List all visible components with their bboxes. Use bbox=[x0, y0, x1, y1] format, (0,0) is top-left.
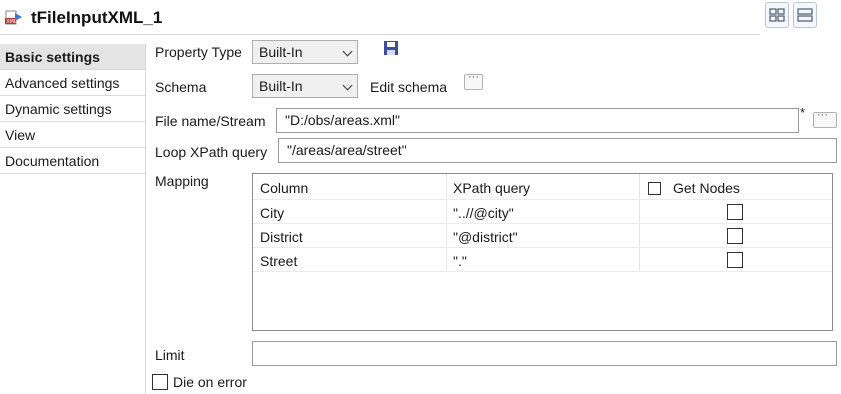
die-on-error-label: Die on error bbox=[173, 374, 247, 390]
column-header-get-nodes: Get Nodes bbox=[673, 180, 740, 196]
mapping-row-column[interactable]: District bbox=[260, 229, 303, 245]
component-title: tFileInputXML_1 bbox=[31, 8, 163, 27]
nav-item-basic-settings[interactable]: Basic settings bbox=[0, 44, 145, 70]
mapping-row-get-nodes-checkbox[interactable] bbox=[727, 252, 743, 268]
filename-input[interactable]: "D:/obs/areas.xml" bbox=[276, 108, 799, 133]
limit-input[interactable] bbox=[252, 341, 837, 366]
row-divider bbox=[253, 199, 832, 200]
mapping-row-get-nodes-checkbox[interactable] bbox=[727, 204, 743, 220]
filename-label: File name/Stream bbox=[155, 113, 266, 129]
row-divider bbox=[253, 247, 832, 248]
chevron-down-icon bbox=[342, 80, 353, 91]
schema-select[interactable]: Built-In bbox=[252, 74, 358, 98]
nav-item-documentation[interactable]: Documentation bbox=[0, 148, 145, 174]
required-asterisk: * bbox=[800, 105, 806, 120]
chevron-down-icon bbox=[342, 46, 353, 57]
mapping-row-column[interactable]: Street bbox=[260, 253, 297, 269]
mapping-row-xpath[interactable]: "@district" bbox=[453, 229, 518, 245]
mapping-row-get-nodes-checkbox[interactable] bbox=[727, 228, 743, 244]
loop-xpath-input[interactable]: "/areas/area/street" bbox=[278, 138, 837, 163]
die-on-error-checkbox[interactable] bbox=[152, 374, 168, 390]
limit-label: Limit bbox=[155, 347, 185, 363]
schema-value: Built-In bbox=[259, 78, 303, 94]
row-divider bbox=[253, 223, 832, 224]
list-view-button[interactable] bbox=[793, 2, 817, 28]
mapping-label: Mapping bbox=[155, 173, 209, 189]
settings-nav: Basic settings Advanced settings Dynamic… bbox=[0, 44, 145, 174]
property-type-label: Property Type bbox=[155, 44, 242, 60]
mapping-table[interactable]: Column XPath query Get Nodes City "..//@… bbox=[252, 173, 833, 331]
column-header-xpath[interactable]: XPath query bbox=[453, 180, 530, 196]
edit-schema-label: Edit schema bbox=[370, 79, 448, 95]
mapping-row-xpath[interactable]: "..//@city" bbox=[453, 205, 514, 221]
property-type-select[interactable]: Built-In bbox=[252, 40, 358, 64]
nav-item-advanced-settings[interactable]: Advanced settings bbox=[0, 70, 145, 96]
mapping-row-xpath[interactable]: "." bbox=[453, 253, 467, 269]
nav-item-view[interactable]: View bbox=[0, 122, 145, 148]
xml-component-icon: XML bbox=[4, 8, 24, 28]
loop-xpath-label: Loop XPath query bbox=[155, 144, 268, 160]
get-nodes-header-checkbox[interactable] bbox=[648, 182, 661, 195]
nav-divider bbox=[145, 44, 146, 394]
property-type-value: Built-In bbox=[259, 44, 303, 60]
mapping-row-column[interactable]: City bbox=[260, 205, 284, 221]
save-icon[interactable] bbox=[383, 40, 399, 56]
column-header-column[interactable]: Column bbox=[260, 180, 308, 196]
schema-label: Schema bbox=[155, 79, 207, 95]
grid-view-button[interactable] bbox=[765, 2, 789, 28]
row-divider bbox=[253, 271, 832, 272]
browse-file-button[interactable] bbox=[813, 109, 837, 128]
edit-schema-button[interactable] bbox=[464, 71, 483, 90]
nav-item-dynamic-settings[interactable]: Dynamic settings bbox=[0, 96, 145, 122]
grid-view-icon bbox=[769, 8, 785, 22]
header-divider bbox=[0, 34, 760, 35]
list-view-icon bbox=[797, 8, 813, 22]
